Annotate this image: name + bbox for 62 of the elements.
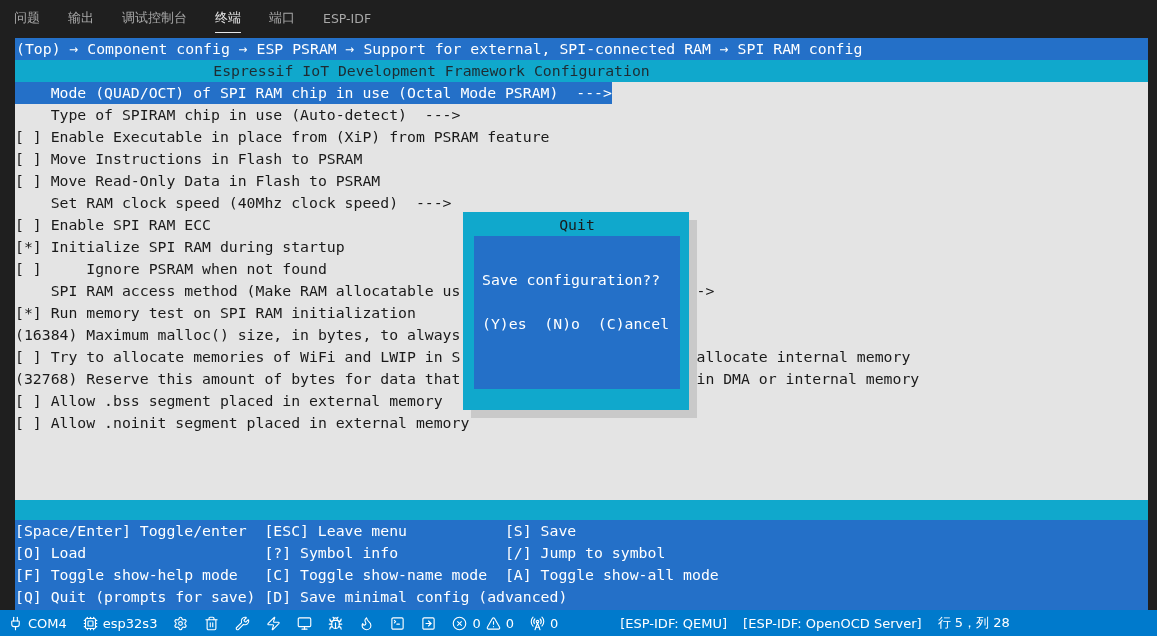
menu-entry[interactable]: [ ] Allow .noinit segment placed in external memory — [15, 412, 470, 434]
lightning-icon[interactable] — [266, 615, 282, 631]
port-label[interactable]: COM4 — [28, 615, 67, 631]
menu-entry[interactable]: [ ] Ignore PSRAM when not found — [15, 258, 327, 280]
bug-icon[interactable] — [328, 615, 344, 631]
warning-icon[interactable] — [485, 615, 501, 631]
settings-icon[interactable] — [173, 615, 189, 631]
menu-entry[interactable]: [*] Initialize SPI RAM during startup — [15, 236, 345, 258]
antenna-icon[interactable] — [529, 615, 545, 631]
warning-count[interactable]: 0 — [505, 615, 514, 631]
dialog-options[interactable]: (Y)es (N)o (C)ancel — [482, 313, 670, 335]
menu-entry[interactable]: (32768) Reserve this amount of bytes for data that — [15, 368, 461, 390]
key-hint: [Q] Quit (prompts for save) — [15, 587, 256, 607]
menu-entry-tail: in DMA or internal memory — [696, 369, 920, 389]
arrow-box-icon[interactable] — [421, 615, 437, 631]
panel-tab[interactable]: 调试控制台 — [122, 4, 187, 33]
plug-icon[interactable] — [8, 615, 23, 631]
menu-entry[interactable]: Type of SPIRAM chip in use (Auto-detect) ---> — [15, 104, 461, 126]
menu-entry[interactable]: [ ] Try to allocate memories of WiFi and LWIP in S — [15, 346, 461, 368]
panel-tab[interactable]: 问题 — [14, 4, 40, 33]
breadcrumb: (Top) → Component config → ESP PSRAM → Support for external, SPI-connected RAM → SPI RAM config — [15, 38, 1148, 60]
key-hint: [Space/Enter] Toggle/enter — [15, 521, 247, 541]
menu-title: Espressif IoT Development Framework Configuration — [15, 60, 1148, 82]
wrench-icon[interactable] — [235, 615, 251, 631]
cursor-position[interactable]: 行 5，列 28 — [937, 614, 1010, 632]
panel-tab[interactable]: 端口 — [269, 4, 295, 33]
monitor-icon[interactable] — [297, 615, 313, 631]
key-hint: [S] Save — [504, 521, 577, 541]
menu-entry[interactable]: Set RAM clock speed (40Mhz clock speed) ---> — [15, 192, 452, 214]
menu-entry[interactable]: Mode (QUAD/OCT) of SPI RAM chip in use (Octal Mode PSRAM) ---> — [15, 82, 612, 104]
key-hint: [F] Toggle show-help mode — [15, 565, 238, 585]
trash-icon[interactable] — [204, 615, 220, 631]
panel-tab[interactable]: 终端 — [215, 4, 241, 33]
key-hint: [ESC] Leave menu — [264, 521, 407, 541]
menu-entry[interactable]: [ ] Move Read-Only Data in Flash to PSRAM — [15, 170, 381, 192]
openocd-status[interactable]: [ESP-IDF: OpenOCD Server] — [743, 615, 922, 631]
menu-entry-tail: allocate internal memory — [696, 347, 911, 367]
menu-entry[interactable]: (16384) Maximum malloc() size, in bytes, to always — [15, 324, 461, 346]
target-label[interactable]: esp32s3 — [102, 615, 158, 631]
qemu-status[interactable]: [ESP-IDF: QEMU] — [620, 615, 728, 631]
terminal-icon[interactable] — [390, 615, 406, 631]
key-hint: [D] Save minimal config (advanced) — [264, 587, 568, 607]
chip-icon[interactable] — [82, 615, 98, 631]
key-hint: [A] Toggle show-all mode — [504, 565, 719, 585]
menu-entry[interactable]: [ ] Allow .bss segment placed in external memory — [15, 390, 443, 412]
antenna-count[interactable]: 0 — [549, 615, 559, 631]
menu-entry[interactable]: [ ] Enable SPI RAM ECC — [15, 214, 211, 236]
panel-tab[interactable]: 输出 — [68, 4, 94, 33]
key-hint: [?] Symbol info — [264, 543, 399, 563]
key-hint: [C] Toggle show-name mode — [264, 565, 488, 585]
menu-entry-tail: -> — [696, 281, 715, 301]
menu-entry[interactable]: [ ] Move Instructions in Flash to PSRAM — [15, 148, 363, 170]
error-count[interactable]: 0 — [472, 615, 481, 631]
menu-entry[interactable]: SPI RAM access method (Make RAM allocatable us — [15, 280, 461, 302]
error-icon[interactable] — [452, 615, 468, 631]
dialog-title: Quit — [558, 215, 596, 235]
menu-entry[interactable]: [ ] Enable Executable in place from (XiP) from PSRAM feature — [15, 126, 550, 148]
panel-tab[interactable]: ESP-IDF — [323, 5, 372, 32]
key-hint: [O] Load — [15, 543, 87, 563]
menu-entry[interactable]: [*] Run memory test on SPI RAM initialization — [15, 302, 416, 324]
key-hint: [/] Jump to symbol — [504, 543, 666, 563]
dialog-message: Save configuration?? — [482, 270, 661, 290]
